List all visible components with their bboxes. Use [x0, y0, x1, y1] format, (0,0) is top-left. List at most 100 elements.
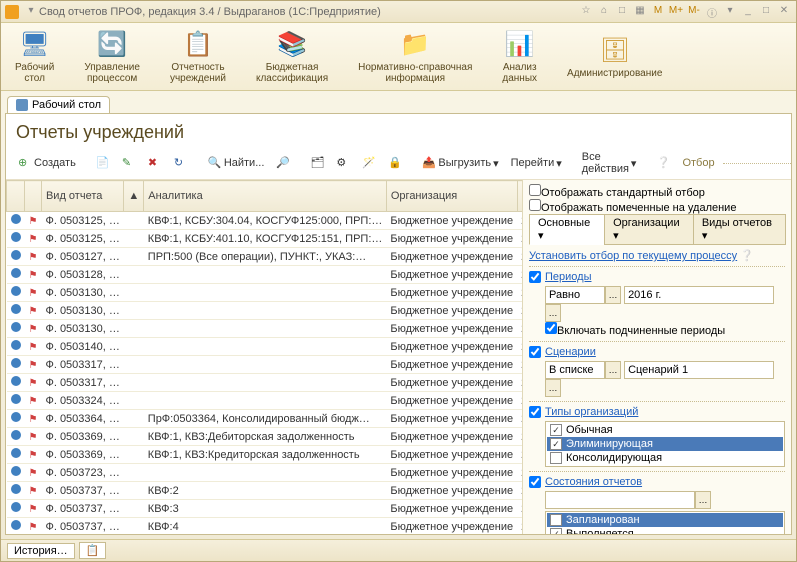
col-4[interactable]: Аналитика: [144, 181, 387, 212]
all-actions-button[interactable]: Все действия ▾: [578, 149, 641, 177]
main-menu-3[interactable]: 📚Бюджетнаяклассификация: [250, 27, 334, 86]
delete-button[interactable]: ✖: [144, 154, 166, 172]
table-row[interactable]: ⚑Ф. 0503317, …Бюджетное учреждение2016 г…: [7, 356, 524, 374]
titlebar-btn-1[interactable]: ⌂: [596, 5, 612, 19]
list-item[interactable]: ✓Выполняется: [547, 527, 783, 534]
table-row[interactable]: ⚑Ф. 0503369, …КВФ:1, КВЗ:Дебиторская зад…: [7, 428, 524, 446]
states-list[interactable]: Запланирован✓Выполняется✓ПодготовленУтве…: [545, 511, 785, 534]
create-button[interactable]: ⊕Создать: [14, 154, 80, 172]
titlebar-btn-8[interactable]: ▾: [722, 5, 738, 19]
clear-search-button[interactable]: 🔎: [272, 154, 294, 172]
col-0[interactable]: [7, 181, 25, 212]
main-menu-1[interactable]: 🔄Управлениепроцессом: [78, 27, 146, 86]
incl-sub-checkbox[interactable]: [545, 322, 557, 334]
table-row[interactable]: ⚑Ф. 0503130, …Бюджетное учреждение2016 г…: [7, 320, 524, 338]
reports-grid[interactable]: Вид отчета▲АналитикаОрганизацияПериод от…: [6, 180, 523, 534]
col-3[interactable]: ▲: [124, 181, 144, 212]
table-row[interactable]: ⚑Ф. 0503130, …Бюджетное учреждение2016 г…: [7, 302, 524, 320]
list-item[interactable]: Запланирован: [547, 513, 783, 527]
scen-op-dd[interactable]: …: [605, 361, 621, 379]
titlebar-btn-0[interactable]: ☆: [578, 5, 594, 19]
table-row[interactable]: ⚑Ф. 0503317, …Бюджетное учреждение2016 г…: [7, 374, 524, 392]
app-logo-icon: [5, 5, 19, 19]
table-row[interactable]: ⚑Ф. 0503130, …Бюджетное учреждение2016 г…: [7, 284, 524, 302]
period-val-dd[interactable]: …: [545, 304, 561, 322]
set-filter-link[interactable]: Установить отбор по текущему процессу: [529, 250, 737, 262]
titlebar-btn-11[interactable]: ✕: [776, 5, 792, 19]
scen-op-input[interactable]: [545, 361, 605, 379]
col-1[interactable]: [25, 181, 42, 212]
table-row[interactable]: ⚑Ф. 0503125, …КВФ:1, КСБУ:304.04, КОСГУФ…: [7, 212, 524, 230]
std-checkbox[interactable]: [529, 184, 541, 196]
titlebar-btn-2[interactable]: □: [614, 5, 630, 19]
table-row[interactable]: ⚑Ф. 0503140, …Бюджетное учреждение2016 г…: [7, 338, 524, 356]
table-row[interactable]: ⚑Ф. 0503737, …КВФ:3Бюджетное учреждение2…: [7, 500, 524, 518]
goto-button[interactable]: Перейти ▾: [507, 155, 566, 172]
main-menu-5[interactable]: 📊Анализданных: [496, 27, 543, 86]
titlebar-btn-7[interactable]: ⓘ: [704, 5, 720, 19]
col-2[interactable]: Вид отчета: [41, 181, 123, 212]
states-checkbox[interactable]: [529, 476, 541, 488]
tab-desktop[interactable]: Рабочий стол: [7, 96, 110, 113]
states-dd[interactable]: …: [695, 491, 711, 509]
scen-val-dd[interactable]: …: [545, 379, 561, 397]
history-button[interactable]: История…: [7, 543, 75, 559]
dropdown-icon[interactable]: ▾: [23, 5, 39, 19]
edit-button[interactable]: ✎: [118, 154, 140, 172]
col-5[interactable]: Организация: [386, 181, 517, 212]
table-row[interactable]: ⚑Ф. 0503737, …КВФ:2Бюджетное учреждение2…: [7, 482, 524, 500]
main-menu-0[interactable]: 🖥Рабочийстол: [9, 27, 60, 86]
orgtypes-checkbox[interactable]: [529, 406, 541, 418]
table-row[interactable]: ⚑Ф. 0503369, …КВФ:1, КВЗ:Кредиторская за…: [7, 446, 524, 464]
del-checkbox[interactable]: [529, 199, 541, 211]
table-row[interactable]: ⚑Ф. 0503125, …КВФ:1, КСБУ:401.10, КОСГУФ…: [7, 230, 524, 248]
upload-button[interactable]: 📤Выгрузить ▾: [418, 154, 502, 172]
find-button[interactable]: 🔍Найти...: [204, 154, 269, 172]
table-row[interactable]: ⚑Ф. 0503364, …ПрФ:0503364, Консолидирова…: [7, 410, 524, 428]
table-row[interactable]: ⚑Ф. 0503128, …Бюджетное учреждение2016 г…: [7, 266, 524, 284]
scen-checkbox[interactable]: [529, 346, 541, 358]
copy-button[interactable]: 📄: [92, 154, 114, 172]
filter-tab-1[interactable]: Организации ▾: [604, 214, 694, 245]
checkbox-icon[interactable]: ✓: [550, 424, 562, 436]
titlebar-btn-4[interactable]: M: [650, 5, 666, 19]
period-val-input[interactable]: [624, 286, 774, 304]
tool2-button[interactable]: ⚙: [332, 154, 354, 172]
tool3-button[interactable]: 🪄: [358, 154, 380, 172]
show-deleted-filter[interactable]: Отображать помеченные на удаление: [529, 199, 785, 214]
list-item[interactable]: ✓Обычная: [547, 423, 783, 437]
main-menu-6[interactable]: 🗄Администрирование: [561, 27, 668, 86]
help-icon[interactable]: ❔: [740, 250, 754, 262]
checkbox-icon[interactable]: ✓: [550, 438, 562, 450]
titlebar-btn-9[interactable]: _: [740, 5, 756, 19]
filter-tab-0[interactable]: Основные ▾: [529, 214, 605, 245]
checkbox-icon[interactable]: [550, 452, 562, 464]
checkbox-icon[interactable]: ✓: [550, 528, 562, 534]
titlebar-btn-3[interactable]: ▦: [632, 5, 648, 19]
tool4-button[interactable]: 🔒: [384, 154, 406, 172]
titlebar-btn-5[interactable]: M+: [668, 5, 684, 19]
main-menu-2[interactable]: 📋Отчетностьучреждений: [164, 27, 232, 86]
table-row[interactable]: ⚑Ф. 0503737, …КВФ:4Бюджетное учреждение2…: [7, 518, 524, 535]
states-input[interactable]: [545, 491, 695, 509]
titlebar-btn-6[interactable]: M-: [686, 5, 702, 19]
list-item[interactable]: ✓Элиминирующая: [547, 437, 783, 451]
checkbox-icon[interactable]: [550, 514, 562, 526]
orgtypes-list[interactable]: ✓Обычная✓ЭлиминирующаяКонсолидирующая: [545, 421, 785, 467]
periods-checkbox[interactable]: [529, 271, 541, 283]
list-item[interactable]: Консолидирующая: [547, 451, 783, 465]
table-row[interactable]: ⚑Ф. 0503127, …ПРП:500 (Все операции), ПУ…: [7, 248, 524, 266]
scen-val-input[interactable]: [624, 361, 774, 379]
titlebar-btn-10[interactable]: □: [758, 5, 774, 19]
tool1-button[interactable]: 🗂: [306, 154, 328, 172]
status-tool-button[interactable]: 📋: [79, 542, 107, 559]
help-button[interactable]: ❔: [652, 154, 674, 172]
period-op-dd[interactable]: …: [605, 286, 621, 304]
refresh-button[interactable]: ↻: [170, 154, 192, 172]
table-row[interactable]: ⚑Ф. 0503324, …Бюджетное учреждение2016 г…: [7, 392, 524, 410]
period-op-input[interactable]: [545, 286, 605, 304]
show-std-filter[interactable]: Отображать стандартный отбор: [529, 184, 785, 199]
main-menu-4[interactable]: 📁Нормативно-справочнаяинформация: [352, 27, 478, 86]
table-row[interactable]: ⚑Ф. 0503723, …Бюджетное учреждение2016 г…: [7, 464, 524, 482]
filter-tab-2[interactable]: Виды отчетов ▾: [693, 214, 786, 245]
